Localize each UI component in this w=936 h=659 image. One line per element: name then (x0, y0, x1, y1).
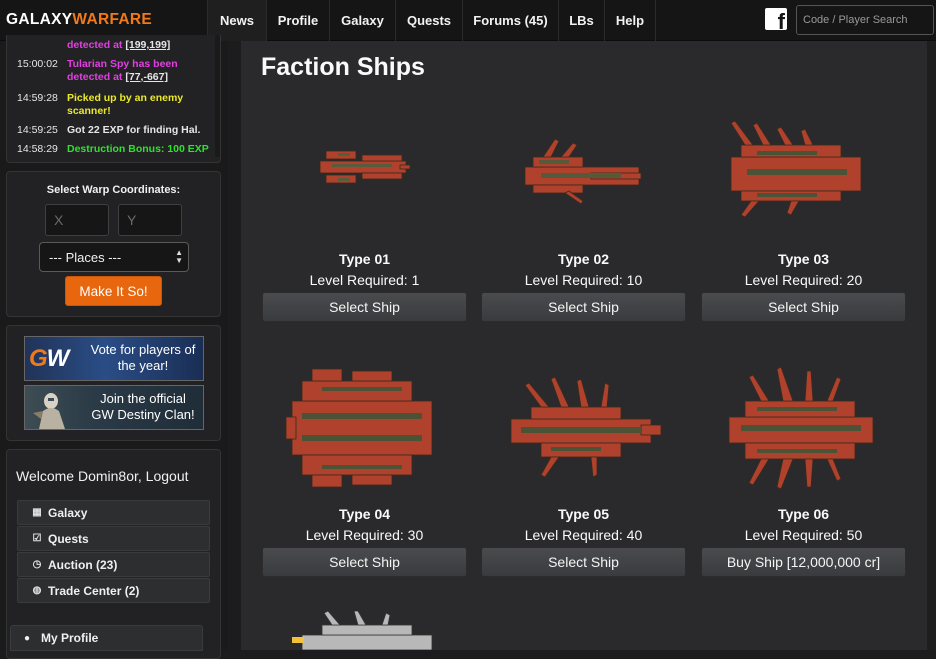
menu-galaxy[interactable]: ▦ Galaxy (17, 500, 210, 525)
nav-help[interactable]: Help (604, 0, 656, 41)
select-ship-button[interactable]: Select Ship (262, 547, 467, 577)
banner-panel: GW Vote for players of the year! Join th… (6, 325, 221, 441)
coordinate-link[interactable]: [199,199] (125, 39, 170, 51)
grid-icon: ▦ (32, 507, 42, 518)
destiny-clan-banner[interactable]: Join the official GW Destiny Clan! (24, 385, 204, 430)
buy-ship-button[interactable]: Buy Ship [12,000,000 cr] (701, 547, 906, 577)
ship-name: Type 06 (777, 506, 830, 522)
menu-label: Auction (23) (48, 557, 118, 572)
ship-name: Type 04 (338, 506, 391, 522)
ship-level: Level Required: 50 (744, 527, 863, 543)
user-icon: ● (24, 632, 31, 644)
player-search-input[interactable] (796, 5, 934, 35)
ship-type-07-image (292, 611, 433, 650)
ship-type-01-image (319, 150, 411, 184)
menu-trade-center[interactable]: ◍ Trade Center (2) (17, 578, 210, 603)
checkbox-icon: ☑ (32, 533, 42, 544)
vote-banner[interactable]: GW Vote for players of the year! (24, 336, 204, 381)
page-title: Faction Ships (261, 53, 425, 81)
select-ship-button[interactable]: Select Ship (701, 292, 906, 322)
warp-x-input[interactable] (45, 204, 109, 236)
vote-banner-text: Vote for players of the year! (90, 342, 196, 373)
ship-type-06-image (728, 366, 874, 490)
nav-galaxy[interactable]: Galaxy (329, 0, 395, 41)
account-menu: ▦ Galaxy ☑ Quests ◷ Auction (23) ◍ Trade… (17, 500, 210, 604)
menu-label: Trade Center (2) (48, 583, 140, 598)
gw-logo: GW (29, 345, 69, 372)
select-ship-button[interactable]: Select Ship (262, 292, 467, 322)
menu-label: My Profile (41, 631, 99, 645)
ship-name: Type 02 (557, 251, 610, 267)
warp-label: Select Warp Coordinates: (46, 184, 181, 196)
ship-name: Type 05 (557, 506, 610, 522)
select-arrows-icon: ▲ ▼ (175, 248, 183, 265)
select-ship-button[interactable]: Select Ship (481, 547, 686, 577)
menu-my-profile[interactable]: ● My Profile (10, 625, 203, 651)
clock-icon: ◷ (32, 559, 42, 570)
warp-submit-button[interactable]: Make It So! (65, 276, 162, 306)
nav-profile[interactable]: Profile (266, 0, 329, 41)
guardian-figure-icon (33, 393, 65, 429)
ship-level: Level Required: 10 (524, 272, 643, 288)
ship-level: Level Required: 40 (524, 527, 643, 543)
warp-y-input[interactable] (118, 204, 182, 236)
ship-level: Level Required: 1 (309, 272, 420, 288)
page-scrollbar[interactable] (927, 41, 936, 650)
log-scrollbar[interactable] (215, 35, 220, 157)
menu-quests[interactable]: ☑ Quests (17, 526, 210, 551)
ship-type-02-image (524, 138, 642, 205)
menu-label: Quests (48, 531, 89, 546)
places-select-value: --- Places --- (49, 249, 122, 265)
destiny-banner-text: Join the official GW Destiny Clan! (91, 391, 195, 422)
logo-part-warfare: WARFARE (72, 11, 152, 28)
event-log: detected at [199,199] 15:00:02 Tularian … (6, 35, 221, 163)
ship-level: Level Required: 20 (744, 272, 863, 288)
main-content: Faction Ships Type 01 Level Required: 1 … (241, 41, 927, 650)
ship-type-05-image (510, 376, 662, 478)
nav-forums[interactable]: Forums (45) (462, 0, 558, 41)
ship-name: Type 03 (777, 251, 830, 267)
ship-name: Type 01 (338, 251, 391, 267)
nav-leaderboards[interactable]: LBs (558, 0, 604, 41)
sidebar: detected at [199,199] 15:00:02 Tularian … (0, 35, 228, 659)
ship-type-04-image (285, 368, 433, 488)
menu-label: Galaxy (48, 505, 88, 520)
select-ship-button[interactable]: Select Ship (481, 292, 686, 322)
nav-quests[interactable]: Quests (395, 0, 462, 41)
logo-part-galaxy: GALAXY (6, 11, 73, 28)
ship-level: Level Required: 30 (305, 527, 424, 543)
welcome-text[interactable]: Welcome Domin8or, Logout (16, 468, 189, 484)
menu-auction[interactable]: ◷ Auction (23) (17, 552, 210, 577)
facebook-icon[interactable]: f (765, 8, 787, 30)
coordinate-link[interactable]: [77,-667] (125, 71, 168, 83)
places-select[interactable]: --- Places --- ▲ ▼ (39, 242, 189, 272)
warp-panel: Select Warp Coordinates: --- Places --- … (6, 171, 221, 317)
globe-icon: ◍ (32, 585, 42, 596)
ship-type-03-image (730, 120, 862, 218)
